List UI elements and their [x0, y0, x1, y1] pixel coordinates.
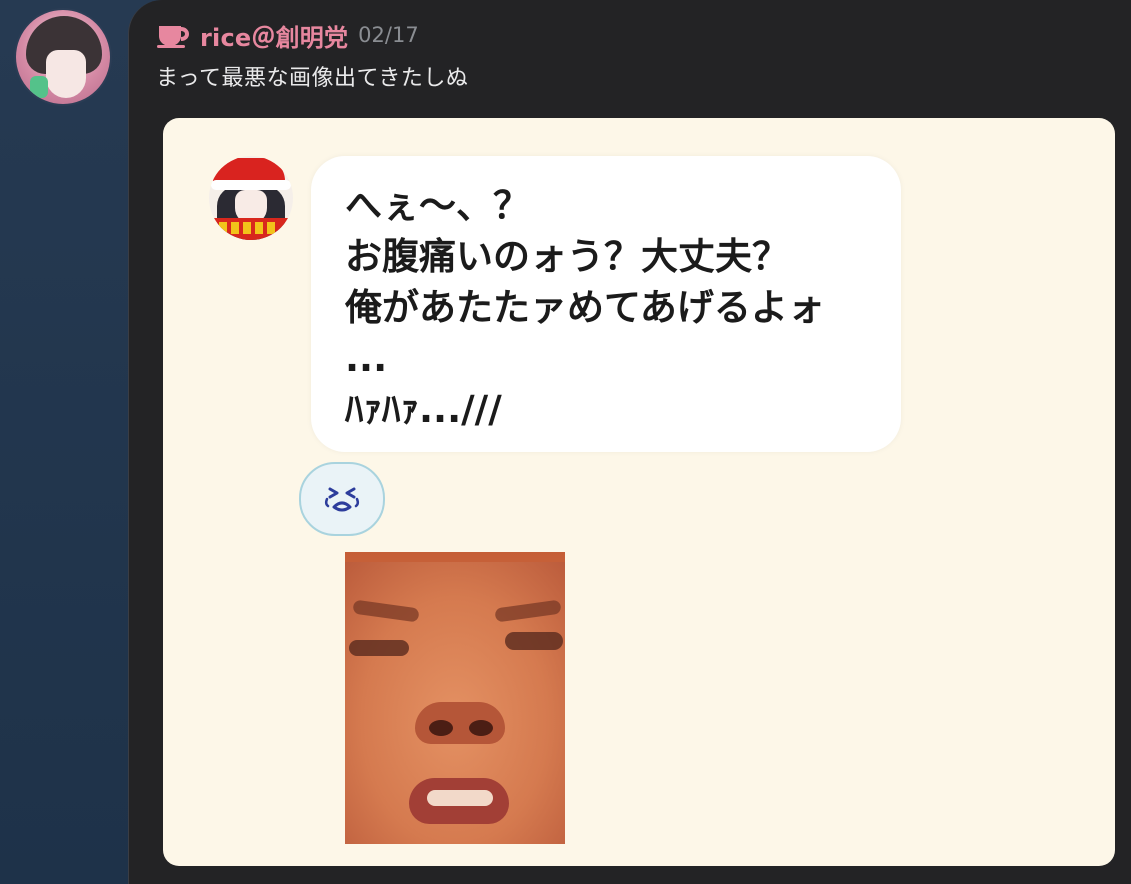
coffee-cup-icon [156, 22, 192, 48]
timestamp[interactable]: 02/17 [358, 23, 419, 47]
chat-bubble: へぇ〜、？ お腹痛いのォう？大丈夫？ 俺があたたァめてあげるよォ ... ﾊｧﾊ… [311, 156, 901, 452]
username[interactable]: rice＠創明党 [200, 18, 348, 53]
embedded-avatar [209, 156, 293, 240]
embedded-screenshot[interactable]: へぇ〜、？ お腹痛いのォう？大丈夫？ 俺があたたァめてあげるよォ ... ﾊｧﾊ… [163, 118, 1115, 866]
message-header: rice＠創明党 02/17 [156, 18, 419, 52]
message-text: まって最悪な画像出てきたしぬ [156, 66, 469, 91]
crying-face-icon [320, 477, 364, 521]
chat-bubble-text: へぇ〜、？ お腹痛いのォう？大丈夫？ 俺があたたァめてあげるよォ ... ﾊｧﾊ… [345, 184, 825, 431]
reaction-badge[interactable] [299, 462, 385, 536]
face-photo[interactable] [345, 552, 565, 844]
user-avatar[interactable] [16, 10, 110, 104]
app-window: rice＠創明党 02/17 まって最悪な画像出てきたしぬ へぇ〜、？ お腹痛い… [0, 0, 1131, 884]
